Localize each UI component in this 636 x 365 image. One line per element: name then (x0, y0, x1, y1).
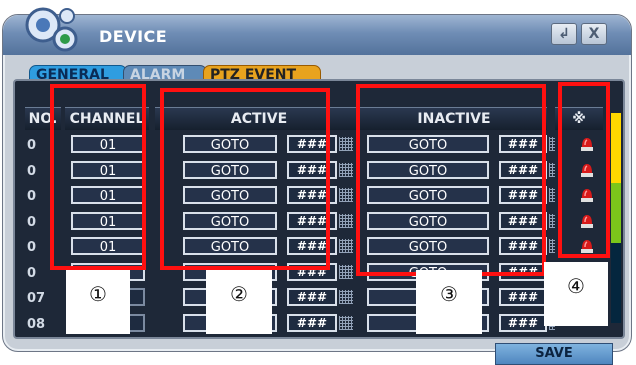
status-dark (611, 243, 621, 323)
side-status-bar (611, 113, 621, 323)
active-preset-field[interactable]: ### (287, 313, 337, 332)
inactive-preset-field[interactable]: ### (499, 313, 547, 332)
keypad-icon[interactable] (339, 188, 353, 202)
callout-box-2 (160, 88, 330, 270)
row-number: 08 (27, 316, 46, 332)
callout-box-3 (356, 84, 546, 276)
save-button[interactable]: SAVE (495, 343, 613, 365)
keypad-icon[interactable] (549, 239, 555, 253)
inactive-preset-field[interactable]: ### (499, 288, 547, 306)
keypad-icon[interactable] (549, 137, 555, 151)
keypad-icon[interactable] (339, 137, 353, 151)
keypad-icon[interactable] (549, 213, 555, 228)
keypad-icon[interactable] (339, 315, 353, 330)
callout-label-1: ① (66, 270, 130, 334)
status-green (611, 183, 621, 243)
keypad-icon[interactable] (339, 162, 353, 177)
callout-box-4 (558, 82, 610, 258)
title-bar: DEVICE ↲ X (3, 7, 631, 55)
keypad-icon[interactable] (339, 264, 353, 279)
return-button[interactable]: ↲ (551, 23, 577, 45)
keypad-icon[interactable] (549, 188, 555, 202)
callout-box-1 (50, 84, 146, 270)
gear-icon (25, 7, 78, 52)
window-title: DEVICE (99, 27, 168, 46)
row-number: 07 (27, 291, 46, 306)
keypad-icon[interactable] (339, 213, 353, 228)
keypad-icon[interactable] (549, 162, 555, 177)
close-button[interactable]: X (581, 23, 607, 45)
status-yellow (611, 113, 621, 183)
keypad-icon[interactable] (339, 239, 353, 253)
callout-label-3: ③ (416, 270, 482, 334)
keypad-icon[interactable] (339, 290, 353, 304)
active-preset-field[interactable]: ### (287, 288, 337, 306)
callout-label-4: ④ (544, 262, 608, 326)
callout-label-2: ② (206, 270, 272, 334)
